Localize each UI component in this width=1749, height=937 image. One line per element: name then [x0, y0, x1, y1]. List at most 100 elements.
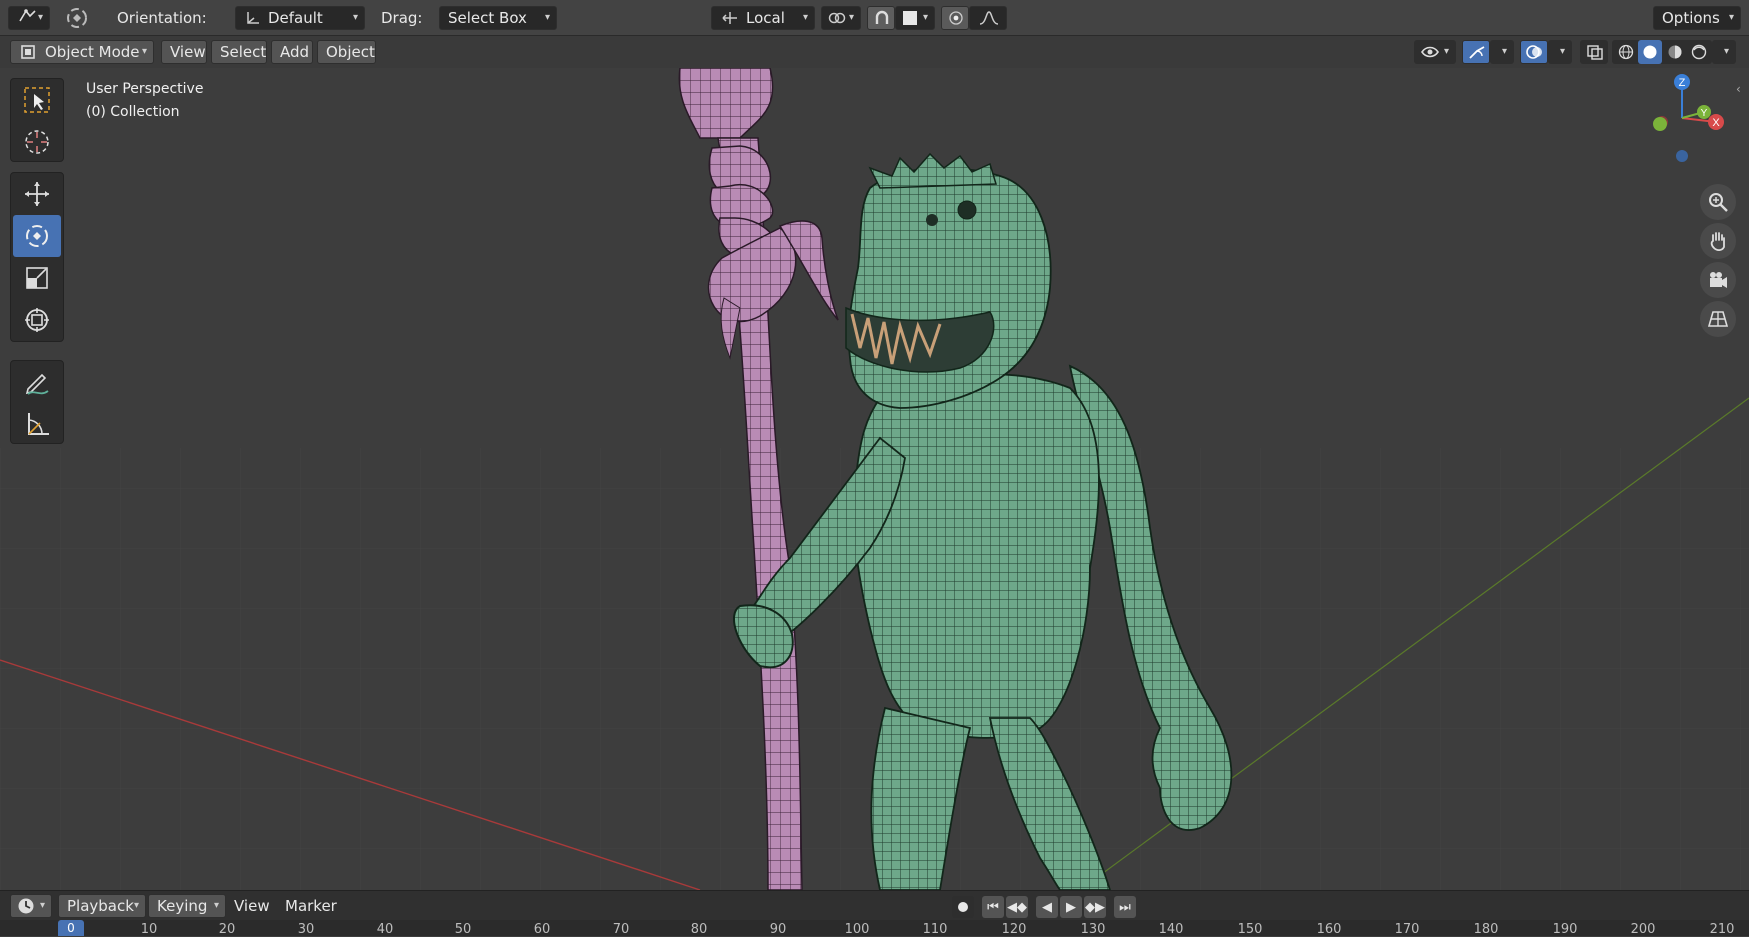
toolbar-select-group [10, 78, 64, 162]
editor-type-button[interactable]: ▾ [8, 6, 50, 30]
select-box-icon [24, 87, 50, 113]
tick-label: 100 [844, 922, 870, 937]
playback-menu[interactable]: Playback ▾ [58, 894, 146, 918]
grid-icon [1707, 311, 1729, 327]
jump-start-button[interactable]: ⏮ [982, 896, 1004, 918]
next-keyframe-button[interactable]: ◆▶ [1084, 896, 1106, 918]
orientation-label: Orientation: [117, 9, 207, 27]
tick-label: 40 [376, 922, 394, 937]
move-tool[interactable] [13, 173, 61, 215]
material-shading-icon[interactable] [1666, 44, 1684, 60]
xray-toggle[interactable] [1580, 40, 1608, 64]
tick-label: 70 [612, 922, 630, 937]
marker-menu[interactable]: Marker [285, 895, 337, 917]
record-icon [958, 902, 968, 912]
tick-label: 110 [922, 922, 948, 937]
snap-link-dropdown[interactable]: ▾ [821, 6, 861, 30]
play-reverse-icon: ◀ [1042, 899, 1052, 915]
measure-tool[interactable] [13, 403, 61, 445]
tick-label: 20 [218, 922, 236, 937]
transform-pivot-dropdown[interactable]: Local ▾ [711, 6, 815, 30]
transform-tool[interactable] [13, 299, 61, 341]
timeline-ruler[interactable]: 0 10 20 30 40 50 60 70 80 90 100 110 120… [0, 920, 1749, 937]
rendered-shading-icon[interactable] [1690, 44, 1708, 60]
tick-label: 90 [769, 922, 787, 937]
editor-type-icon [19, 9, 36, 22]
rotate-tool[interactable] [13, 215, 61, 257]
ortho-toggle-button[interactable] [1700, 301, 1736, 337]
falloff-dropdown[interactable] [969, 6, 1007, 30]
current-frame-indicator[interactable]: 0 [58, 920, 84, 936]
cursor-tool[interactable] [13, 121, 61, 163]
wireframe-shading-icon[interactable] [1617, 44, 1635, 60]
play-reverse-button[interactable]: ◀ [1036, 896, 1058, 918]
gizmo-x-label: X [1712, 117, 1720, 129]
rotate-tool-icon[interactable] [62, 4, 92, 32]
options-dropdown[interactable]: Options ▾ [1653, 6, 1741, 30]
square-icon [903, 11, 917, 25]
pan-button[interactable] [1700, 223, 1736, 259]
timeline-editor-type-button[interactable]: ▾ [10, 894, 52, 918]
jump-start-icon: ⏮ [987, 899, 999, 915]
pivot-value: Local [746, 9, 785, 27]
3d-viewport[interactable]: User Perspective (0) Collection Z X Y ‹ [0, 68, 1749, 890]
tick-label: 170 [1394, 922, 1420, 937]
menu-view[interactable]: View [161, 40, 207, 64]
snap-element-dropdown[interactable]: ▾ [895, 6, 935, 30]
snap-toggle[interactable] [867, 6, 895, 30]
timeline-view-menu[interactable]: View [234, 895, 270, 917]
menu-add[interactable]: Add [271, 40, 313, 64]
tick-label: 130 [1080, 922, 1106, 937]
timeline-header: ▾ Playback ▾ Keying ▾ View Marker ⏮ ◀◆ ◀… [0, 890, 1749, 920]
overlays-toggle[interactable] [1520, 40, 1548, 64]
zoom-button[interactable] [1700, 184, 1736, 220]
mode-dropdown[interactable]: Object Mode ▾ [10, 40, 154, 64]
tick-label: 190 [1552, 922, 1578, 937]
jump-end-button[interactable]: ⏭ [1114, 896, 1136, 918]
move-icon [25, 182, 49, 206]
gizmo-dropdown[interactable]: ▾ [1490, 40, 1514, 64]
navigation-gizmo[interactable]: Z X Y [1632, 72, 1742, 172]
gizmo-y-label: Y [1701, 108, 1708, 119]
shading-dropdown[interactable]: ▾ [1712, 40, 1736, 64]
select-box-tool[interactable] [13, 79, 61, 121]
rotate-icon [26, 225, 48, 247]
gizmo-toggle[interactable] [1462, 40, 1490, 64]
record-button[interactable] [952, 896, 974, 918]
tick-label: 60 [533, 922, 551, 937]
viewport-collection-label: (0) Collection [86, 104, 180, 120]
measure-icon [28, 413, 49, 435]
drag-dropdown[interactable]: Select Box ▾ [439, 6, 557, 30]
shading-modes [1612, 40, 1712, 64]
tick-label: 120 [1001, 922, 1027, 937]
overlays-dropdown[interactable]: ▾ [1548, 40, 1572, 64]
play-button[interactable]: ▶ [1060, 896, 1082, 918]
prev-keyframe-button[interactable]: ◀◆ [1006, 896, 1028, 918]
annotate-tool[interactable] [13, 361, 61, 403]
camera-view-button[interactable] [1700, 262, 1736, 298]
object-mode-icon [21, 45, 35, 59]
tick-label: 10 [140, 922, 158, 937]
gizmo-z-label: Z [1679, 77, 1686, 89]
jump-end-icon: ⏭ [1119, 899, 1131, 915]
solid-shading-icon [1643, 45, 1657, 59]
viewport-scene [0, 68, 1749, 890]
orientation-value: Default [268, 9, 323, 27]
eye-icon [1421, 46, 1439, 58]
toolbar-annotate-group [10, 360, 64, 444]
visibility-dropdown[interactable]: ▾ [1414, 40, 1456, 64]
drag-label: Drag: [381, 9, 423, 27]
keying-menu[interactable]: Keying ▾ [148, 894, 226, 918]
tick-label: 160 [1316, 922, 1342, 937]
tick-label: 80 [690, 922, 708, 937]
sidebar-toggle[interactable]: ‹ [1736, 82, 1748, 98]
orientation-dropdown[interactable]: Default ▾ [235, 6, 365, 30]
scale-tool[interactable] [13, 257, 61, 299]
proportional-edit-toggle[interactable] [941, 6, 969, 30]
menu-select[interactable]: Select [211, 40, 267, 64]
play-icon: ▶ [1066, 899, 1076, 915]
falloff-curve-icon [979, 11, 999, 25]
camera-icon [1710, 272, 1727, 288]
prev-keyframe-icon: ◀◆ [1007, 899, 1027, 915]
menu-object[interactable]: Object [317, 40, 376, 64]
